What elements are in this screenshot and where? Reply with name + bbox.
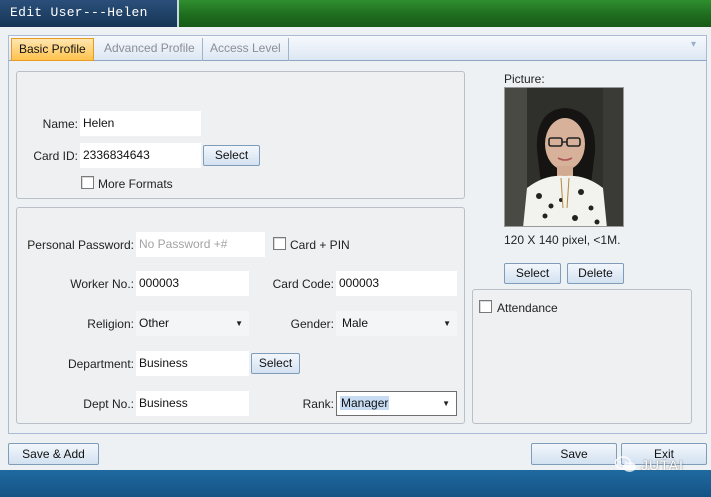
dept-no-input[interactable]: Business [136, 391, 249, 416]
attendance-checkbox[interactable] [479, 300, 492, 313]
department-input[interactable]: Business [136, 351, 249, 376]
rank-value: Manager [340, 396, 390, 410]
wechat-logo-icon [615, 456, 636, 472]
password-label: Personal Password: [27, 238, 134, 252]
attendance-label: Attendance [497, 301, 558, 315]
gender-select[interactable]: Male ▼ [336, 311, 457, 336]
rank-label: Rank: [302, 397, 334, 411]
rank-select[interactable]: Manager ▼ [336, 391, 457, 416]
tab-bar: Basic Profile Advanced Profile Access Le… [8, 35, 707, 61]
religion-label: Religion: [87, 317, 134, 331]
save-button[interactable]: Save [531, 443, 617, 465]
tab-basic-profile[interactable]: Basic Profile [11, 38, 94, 61]
more-formats-checkbox[interactable] [81, 176, 94, 189]
title-bar: Edit User---Helen [0, 0, 711, 27]
card-select-button[interactable]: Select [203, 145, 260, 166]
religion-select[interactable]: Other ▼ [136, 311, 249, 336]
card-id-label: Card ID: [33, 149, 78, 163]
worker-no-input[interactable]: 000003 [136, 271, 249, 296]
status-bar [0, 470, 711, 497]
picture-size-hint: 120 X 140 pixel, <1M. [504, 233, 621, 247]
window-title: Edit User---Helen [10, 5, 148, 20]
person-photo-icon [505, 88, 623, 226]
more-formats-label: More Formats [98, 177, 173, 191]
card-id-input[interactable]: 2336834643 [80, 143, 201, 168]
chevron-down-icon: ▼ [235, 319, 243, 328]
tab-advanced-profile[interactable]: Advanced Profile [97, 38, 203, 61]
picture-select-button[interactable]: Select [504, 263, 561, 284]
card-pin-label: Card + PIN [290, 238, 350, 252]
card-code-input[interactable]: 000003 [336, 271, 457, 296]
worker-no-label: Worker No.: [70, 277, 134, 291]
gender-value: Male [342, 316, 369, 330]
name-input[interactable]: Helen [80, 111, 201, 136]
name-label: Name: [42, 117, 78, 131]
picture-delete-button[interactable]: Delete [567, 263, 624, 284]
chevron-down-icon: ▼ [442, 399, 450, 408]
chevron-down-icon: ▼ [443, 319, 451, 328]
religion-value: Other [139, 316, 170, 330]
save-and-add-button[interactable]: Save & Add [8, 443, 99, 465]
dept-no-label: Dept No.: [83, 397, 134, 411]
user-photo [504, 87, 624, 227]
tab-scroll-icon: ▾ [690, 39, 696, 50]
tab-access-level[interactable]: Access Level [203, 38, 289, 61]
department-label: Department: [67, 357, 134, 371]
card-code-label: Card Code: [272, 277, 334, 291]
gender-label: Gender: [290, 317, 334, 331]
department-select-button[interactable]: Select [251, 353, 300, 374]
card-pin-checkbox[interactable] [273, 237, 286, 250]
watermark: JUTAI [615, 455, 684, 475]
watermark-text: JUTAI [641, 457, 684, 473]
password-input[interactable]: No Password +# [136, 232, 265, 257]
picture-label: Picture: [504, 72, 545, 86]
